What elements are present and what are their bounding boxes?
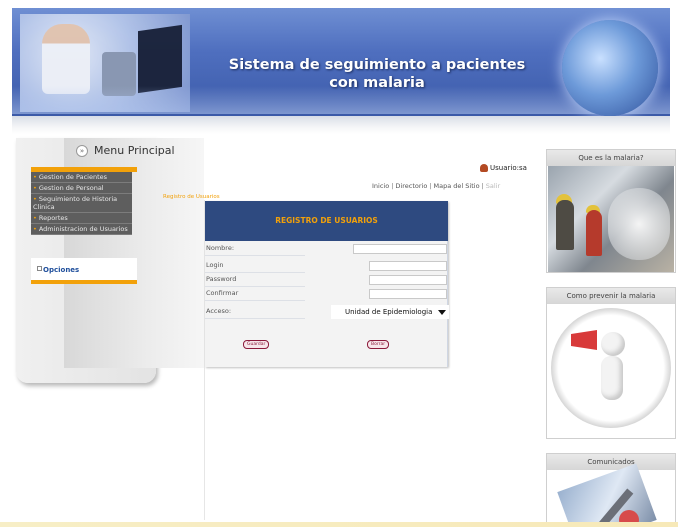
figure-body (601, 356, 623, 400)
nombre-label: Nombre: (206, 244, 235, 252)
row-divider (205, 255, 305, 256)
nombre-field[interactable] (353, 244, 447, 254)
menu-item-label: Gestion de Pacientes (38, 173, 108, 181)
main-menu: • Gestion de Pacientes • Gestion de Person… (31, 172, 132, 235)
registro-usuarios-form: REGISTRO DE USUARIOS Nombre: Login Passw… (205, 201, 449, 367)
sidebar-box-title[interactable]: Que es la malaria? (547, 150, 675, 166)
row-password: Password (205, 273, 448, 287)
bullet-icon: • (33, 173, 37, 181)
separator: | (391, 182, 394, 190)
borrar-button[interactable]: Borrar (367, 340, 390, 349)
scientist-figure (42, 24, 90, 94)
bullet-icon: • (33, 214, 37, 222)
top-links: Inicio | Directorio | Mapa del Sitio | Salir (372, 182, 500, 190)
site-title-line1: Sistema de seguimiento a pacientes (228, 57, 526, 73)
link-salir[interactable]: Salir (486, 182, 500, 190)
bullet-icon: • (33, 195, 37, 203)
monitor-icon (138, 24, 182, 94)
user-icon (480, 164, 488, 172)
login-field[interactable] (369, 261, 447, 271)
bullet-icon: • (33, 225, 37, 233)
sidebar-box-que-es-malaria[interactable]: Que es la malaria? (546, 149, 676, 273)
menu-item-reportes[interactable]: • Reportes (31, 213, 132, 224)
menu-item-label: Gestion de Personal (38, 184, 104, 192)
row-divider (205, 300, 305, 301)
user-info: Usuario:sa (480, 164, 527, 172)
breadcrumb: Registro de Usuarios (163, 194, 220, 200)
menu-title: » Menu Principal (76, 144, 175, 157)
double-chevron-icon: » (76, 145, 88, 157)
acceso-label: Acceso: (206, 307, 232, 315)
submenu-label: Opciones (43, 266, 80, 274)
separator: | (429, 182, 432, 190)
password-label: Password (206, 275, 237, 283)
footer-strip (0, 522, 678, 527)
confirmar-label: Confirmar (206, 289, 239, 297)
figure-head (601, 332, 625, 356)
link-inicio[interactable]: Inicio (372, 182, 389, 190)
confirmar-field[interactable] (369, 289, 447, 299)
login-label: Login (206, 261, 224, 269)
menu-item-label: Administracion de Usuarios (38, 225, 128, 233)
acceso-selected-value: Unidad de Epidemiologia (345, 308, 433, 316)
sidebar-box-como-prevenir[interactable]: Como prevenir la malaria (546, 287, 676, 439)
menu-title-label: Menu Principal (94, 144, 175, 157)
worker-shape (556, 200, 574, 250)
menu-item-label: Reportes (38, 214, 68, 222)
header-banner: Sistema de seguimiento a pacientes con m… (12, 8, 670, 116)
link-mapa-sitio[interactable]: Mapa del Sitio (434, 182, 480, 190)
fog-shape (608, 188, 670, 260)
menu-item-gestion-pacientes[interactable]: • Gestion de Pacientes (31, 172, 132, 183)
menu-item-gestion-personal[interactable]: • Gestion de Personal (31, 183, 132, 194)
username-label: Usuario:sa (490, 164, 527, 172)
sidebar-box-comunicados[interactable]: Comunicados (546, 453, 676, 527)
form-title: REGISTRO DE USUARIOS (205, 201, 448, 241)
password-field[interactable] (369, 275, 447, 285)
fumigation-image[interactable] (548, 166, 674, 272)
link-directorio[interactable]: Directorio (395, 182, 427, 190)
chevron-down-icon (438, 310, 446, 315)
menu-item-label: Seguimiento de Historia Clinica (33, 195, 118, 211)
separator: | (481, 182, 484, 190)
row-login: Login (205, 259, 448, 273)
menu-item-administracion-usuarios[interactable]: • Administracion de Usuarios (31, 224, 132, 235)
row-divider (205, 318, 305, 319)
page-top (0, 0, 678, 8)
sidebar-box-title[interactable]: Comunicados (547, 454, 675, 470)
bullet-icon: • (33, 184, 37, 192)
expand-icon (37, 266, 42, 271)
menu-item-seguimiento-historia[interactable]: • Seguimiento de Historia Clinica (31, 194, 132, 213)
sidebar-box-title[interactable]: Como prevenir la malaria (547, 288, 675, 304)
header-band (12, 116, 670, 134)
site-title-line2: con malaria (329, 75, 425, 91)
site-title: Sistema de seguimiento a pacientes con m… (217, 56, 537, 92)
row-nombre: Nombre: (205, 242, 448, 256)
row-confirmar: Confirmar (205, 287, 448, 301)
acceso-select[interactable]: Unidad de Epidemiologia (331, 305, 449, 319)
globe-icon (562, 20, 658, 116)
worker-shape (586, 210, 602, 256)
submenu-opciones[interactable]: Opciones (31, 258, 137, 284)
guardar-button[interactable]: Guardar (243, 340, 270, 349)
